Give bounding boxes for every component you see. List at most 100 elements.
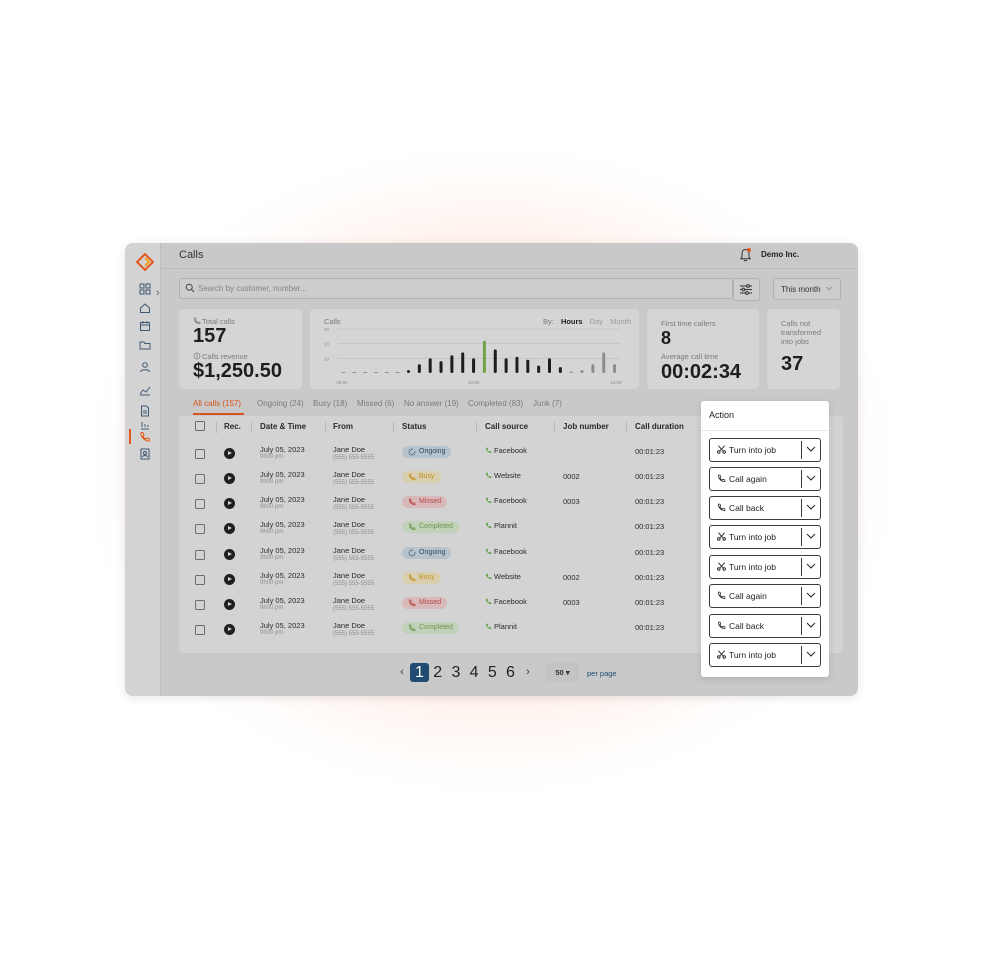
row-checkbox[interactable] [195,625,205,635]
action-panel-title: Action [709,410,735,420]
chevron-down-icon[interactable] [806,648,816,660]
call-source-label: Website [494,572,521,581]
call-source: Website [485,471,521,480]
dashboard-grid-icon[interactable] [139,283,151,295]
column-header-job-number[interactable]: Job number [563,422,609,431]
page-button-5[interactable]: 5 [483,663,502,682]
chart-bar [428,358,432,373]
analytics-chart-icon[interactable] [139,384,151,396]
job-number[interactable]: 0003 [563,598,580,607]
customers-icon[interactable] [139,361,151,373]
column-header-status[interactable]: Status [402,422,426,431]
play-recording-icon[interactable] [224,473,235,484]
calls-phone-icon[interactable] [139,431,151,443]
tab-ongoing[interactable]: Ongoing (24) [257,399,304,408]
call-source: Facebook [485,547,527,556]
select-all-checkbox[interactable] [195,421,205,431]
row-checkbox[interactable] [195,449,205,459]
caller-name[interactable]: Jane Doe [333,571,365,580]
tab-junk[interactable]: Junk (7) [533,399,562,408]
not-transformed-card: Calls not transformed into jobs 37 [767,309,840,389]
column-header-duration[interactable]: Call duration [635,422,684,431]
row-checkbox[interactable] [195,575,205,585]
play-recording-icon[interactable] [224,498,235,509]
chevron-down-icon[interactable] [806,589,816,601]
company-name[interactable]: Demo Inc. [761,250,799,259]
call-source: Facebook [485,597,527,606]
column-header-from[interactable]: From [333,422,353,431]
column-header-source[interactable]: Call source [485,422,528,431]
tab-missed[interactable]: Missed (6) [357,399,394,408]
filter-settings-button[interactable] [733,278,760,301]
action-button-call-back[interactable]: Call back [709,614,821,638]
page-button-6[interactable]: 6 [501,663,520,682]
page-button-3[interactable]: 3 [446,663,465,682]
chevron-down-icon[interactable] [806,560,816,572]
page-button-2[interactable]: 2 [428,663,447,682]
tab-no-answer[interactable]: No answer (19) [404,399,459,408]
job-number[interactable]: 0002 [563,472,580,481]
status-label: Missed [419,599,442,606]
folder-icon[interactable] [139,339,151,351]
job-number[interactable]: 0003 [563,497,580,506]
search-input[interactable] [198,280,718,296]
chart-bar [417,364,421,373]
page-button-4[interactable]: 4 [465,663,484,682]
tab-all-calls[interactable]: All calls (157) [193,399,241,408]
chevron-down-icon[interactable] [806,501,816,513]
chart-y-tick-label: 10 [324,356,330,361]
tab-busy[interactable]: Busy (18) [313,399,347,408]
caller-name[interactable]: Jane Doe [333,445,365,454]
play-recording-icon[interactable] [224,549,235,560]
page-button-1[interactable]: 1 [410,663,429,682]
caller-name[interactable]: Jane Doe [333,520,365,529]
tab-completed[interactable]: Completed (83) [468,399,523,408]
play-recording-icon[interactable] [224,624,235,635]
calendar-icon[interactable] [139,320,151,332]
document-icon[interactable] [139,405,151,417]
row-checkbox[interactable] [195,474,205,484]
call-date: July 05, 2023 [260,596,305,605]
chevron-down-icon[interactable] [806,472,816,484]
chart-y-tick-label: 30 [324,327,330,332]
job-number[interactable]: 0002 [563,573,580,582]
column-header-rec[interactable]: Rec. [224,422,241,431]
row-checkbox[interactable] [195,550,205,560]
caller-name[interactable]: Jane Doe [333,495,365,504]
caller-name[interactable]: Jane Doe [333,546,365,555]
play-recording-icon[interactable] [224,448,235,459]
page-title: Calls [179,249,204,261]
caller-name[interactable]: Jane Doe [333,596,365,605]
action-button-turn-into-job[interactable]: Turn into job [709,555,821,579]
row-checkbox[interactable] [195,524,205,534]
next-page-chevron-icon[interactable]: › [522,663,534,682]
reports-bars-icon[interactable] [139,418,151,430]
chart-bar [341,372,346,373]
column-header-date[interactable]: Date & Time [260,422,306,431]
chevron-down-icon[interactable] [806,443,816,455]
row-checkbox[interactable] [195,600,205,610]
play-recording-icon[interactable] [224,599,235,610]
scissors-icon [717,650,726,659]
chevron-down-icon[interactable] [806,530,816,542]
home-icon[interactable] [139,302,151,314]
search-bar[interactable] [179,278,733,299]
action-button-call-again[interactable]: Call again [709,584,821,608]
caller-name[interactable]: Jane Doe [333,470,365,479]
prev-page-chevron-icon[interactable]: ‹ [396,663,408,682]
caller-name[interactable]: Jane Doe [333,621,365,630]
contacts-icon[interactable] [139,448,151,460]
play-recording-icon[interactable] [224,574,235,585]
status-badge: Ongoing [402,547,452,559]
action-button-turn-into-job[interactable]: Turn into job [709,525,821,549]
row-checkbox[interactable] [195,499,205,509]
chart-bar [515,356,519,373]
action-button-call-back[interactable]: Call back [709,496,821,520]
action-button-turn-into-job[interactable]: Turn into job [709,438,821,462]
per-page-select[interactable]: 50 ▾ [546,663,579,682]
play-recording-icon[interactable] [224,523,235,534]
period-select[interactable]: This month ⌵ [773,278,841,300]
action-button-call-again[interactable]: Call again [709,467,821,491]
action-button-turn-into-job[interactable]: Turn into job [709,643,821,667]
chevron-down-icon[interactable] [806,619,816,631]
